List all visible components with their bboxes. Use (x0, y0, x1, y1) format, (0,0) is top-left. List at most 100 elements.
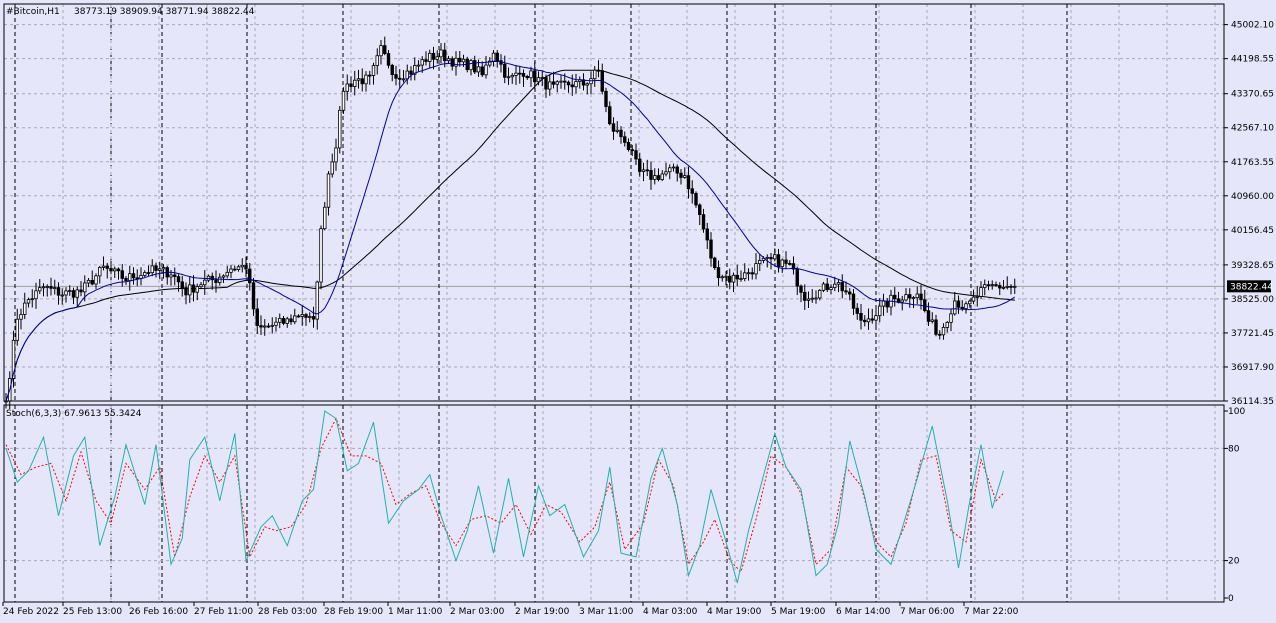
candle-body (881, 300, 886, 307)
candle-body (1001, 286, 1006, 289)
candle-body (709, 239, 713, 259)
candle-body (15, 318, 19, 341)
ohlc-label: 38773.19 38909.94 38771.94 38822.44 (74, 7, 255, 17)
candle-body (323, 206, 327, 230)
candle-body (780, 259, 784, 267)
candle-body (60, 294, 64, 297)
candle-body (311, 316, 316, 320)
candle-body (439, 49, 443, 58)
candle-body (746, 272, 751, 275)
price-tick-label: 43370.65 (1231, 90, 1274, 100)
candle-body (101, 265, 106, 268)
candle-body (555, 81, 559, 85)
candle-body (416, 64, 421, 67)
candle-body (353, 79, 357, 87)
candle-body (461, 58, 466, 63)
candle-body (686, 175, 691, 190)
trading-chart[interactable]: 45002.10 44198.55 43370.65 42567.10 41763.55… (0, 0, 1276, 623)
candle-body (173, 274, 177, 277)
candle-body (803, 291, 807, 301)
stochastic-tick-label: 100 (1228, 407, 1245, 417)
price-tick-label: 40156.45 (1231, 226, 1274, 236)
candle-body (904, 294, 908, 301)
candle-body (825, 283, 829, 290)
candle-body (851, 293, 856, 309)
candle-body (281, 318, 286, 324)
time-separators (14, 4, 1216, 602)
candle-body (701, 214, 706, 230)
candle-body (83, 282, 87, 293)
candle-body (863, 319, 867, 323)
candle-body (1009, 285, 1013, 288)
candle-body (671, 166, 676, 169)
candle-body (289, 318, 293, 323)
candle-body (934, 319, 938, 335)
candle-body (300, 314, 304, 317)
price-tick-label: 41763.55 (1231, 158, 1274, 168)
candle-body (533, 70, 537, 83)
candle-body (308, 316, 312, 318)
candle-body (255, 308, 259, 327)
candle-body (923, 299, 927, 312)
candle-body (634, 150, 638, 160)
stochastic-lines (5, 410, 1004, 584)
candle-body (236, 266, 241, 270)
candle-body (596, 69, 601, 72)
candle-body (34, 290, 38, 300)
candle-body (356, 78, 361, 81)
candle-body (443, 49, 447, 62)
price-tick-label: 39328.65 (1231, 261, 1274, 271)
candle-body (195, 286, 199, 293)
candle-body (525, 76, 529, 79)
candle-body (645, 169, 649, 172)
candle-body (968, 300, 972, 305)
candle-body (79, 289, 83, 293)
time-tick-label: 1 Mar 11:00 (388, 607, 443, 617)
candle-body (180, 281, 184, 289)
candle-body (120, 270, 124, 279)
candle-body (878, 305, 882, 317)
candle-body (41, 286, 46, 289)
candle-body (203, 279, 207, 286)
candle-body (866, 318, 871, 323)
candle-body (821, 283, 826, 291)
stochastic-main-line (5, 410, 1004, 584)
candle-body (971, 296, 976, 302)
candle-body (214, 279, 218, 283)
candle-body (476, 66, 481, 73)
price-tick-label: 42567.10 (1231, 124, 1274, 134)
candle-body (473, 60, 477, 73)
candle-body (608, 106, 612, 125)
candle-body (1013, 285, 1017, 288)
candle-body (979, 287, 983, 297)
candle-body (345, 83, 349, 92)
candle-body (263, 325, 267, 328)
candle-body (840, 282, 844, 292)
candle-body (570, 84, 574, 88)
candle-body (765, 256, 769, 259)
candle-body (986, 284, 991, 287)
current-price-marker: 38822.44 (1227, 280, 1273, 293)
candle-body (424, 59, 428, 62)
candle-body (480, 66, 484, 76)
candle-body (566, 81, 571, 86)
price-tick-label: 45002.10 (1231, 21, 1274, 31)
candle-body (184, 287, 188, 296)
candle-body (251, 282, 256, 310)
candle-body (769, 256, 773, 260)
candle-body (154, 265, 158, 271)
candle-body (563, 80, 567, 83)
candle-body (679, 172, 683, 178)
candle-body (949, 313, 953, 323)
candle-body (45, 286, 49, 288)
candle-body (229, 268, 233, 273)
candle-body (585, 83, 589, 86)
candle-body (484, 64, 488, 76)
candle-body (975, 296, 979, 298)
candle-body (518, 72, 522, 75)
candle-body (360, 78, 364, 85)
candle-body (383, 45, 387, 54)
candle-body (559, 80, 563, 83)
candle-body (728, 275, 732, 283)
candle-body (506, 76, 511, 79)
